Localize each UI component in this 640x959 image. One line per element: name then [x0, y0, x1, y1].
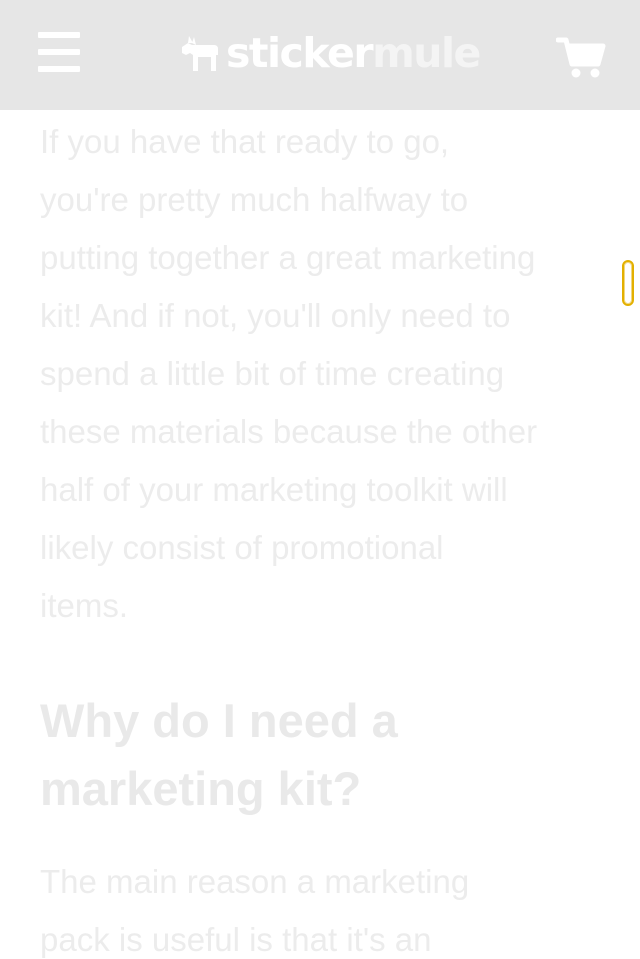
mule-icon: [182, 36, 218, 71]
text-line: pack is useful is that it's an: [40, 921, 432, 958]
heading-line: marketing kit?: [40, 762, 362, 815]
text-line: half of your marketing toolkit will: [40, 471, 508, 508]
article-paragraph: The main reason a marketing pack is usef…: [40, 853, 610, 959]
hamburger-menu-icon[interactable]: [38, 32, 82, 74]
text-line: items.: [40, 587, 129, 624]
text-line: these materials because the other: [40, 413, 538, 450]
text-line: likely consist of promotional: [40, 529, 444, 566]
text-line: spend a little bit of time creating: [40, 355, 505, 392]
text-line: If you have that ready to go,: [40, 123, 450, 160]
text-line: kit! And if not, you'll only need to: [40, 297, 511, 334]
article-body: If you have that ready to go, you're pre…: [40, 113, 610, 959]
text-line: you're pretty much halfway to: [40, 181, 469, 218]
logo-word-mule: mule: [372, 29, 481, 77]
top-header: stickermule: [0, 0, 640, 110]
logo-wordmark: stickermule: [226, 28, 481, 78]
shopping-cart-icon[interactable]: [555, 36, 606, 80]
stickermule-logo[interactable]: stickermule: [180, 28, 481, 78]
logo-word-sticker: sticker: [226, 29, 374, 77]
article-paragraph: If you have that ready to go, you're pre…: [40, 113, 610, 635]
heading-line: Why do I need a: [40, 694, 398, 747]
scroll-indicator[interactable]: [622, 260, 634, 306]
text-line: The main reason a marketing: [40, 863, 470, 900]
section-heading: Why do I need a marketing kit?: [40, 687, 610, 823]
text-line: putting together a great marketing: [40, 239, 536, 276]
